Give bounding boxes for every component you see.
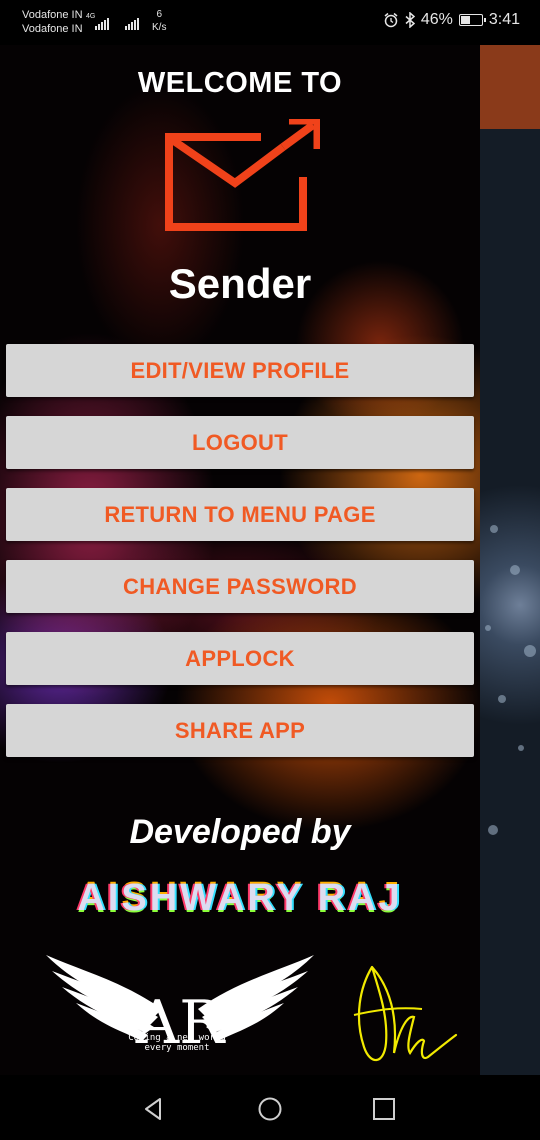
change-password-button[interactable]: CHANGE PASSWORD (6, 560, 474, 613)
carrier-2: Vodafone IN (22, 23, 83, 35)
signature-image (353, 965, 458, 1062)
bluetooth-icon (405, 12, 415, 28)
signal-icon-2 (125, 12, 140, 30)
edit-view-profile-button[interactable]: EDIT/VIEW PROFILE (6, 344, 474, 397)
carrier-labels: Vodafone IN Vodafone IN (22, 8, 83, 36)
alarm-icon (384, 12, 398, 28)
signal-icon (95, 12, 110, 30)
system-nav-bar (0, 1075, 540, 1140)
network-type: 4G (86, 13, 96, 20)
back-icon[interactable] (140, 1095, 168, 1123)
logout-button[interactable]: LOGOUT (6, 416, 474, 469)
background-content (480, 45, 540, 1075)
developed-by-label: Developed by (129, 813, 351, 851)
developer-name: AISHWARY RAJ (77, 877, 403, 919)
navigation-drawer: WELCOME TO Sender EDIT/VIEW PROFILE LOGO… (0, 45, 480, 1075)
battery-percent: 46% (420, 11, 453, 28)
status-right: 46% 3:41 (383, 11, 520, 29)
wings-logo-text: Coding a new world every moment (128, 1033, 226, 1053)
app-name: Sender (168, 260, 312, 307)
clock: 3:41 (488, 11, 520, 28)
background-header (480, 45, 540, 129)
status-bar: Vodafone IN Vodafone IN 4G 6 K/s 46% 3:4… (0, 0, 540, 45)
wings-logo-icon: AR (46, 955, 314, 1058)
welcome-heading: WELCOME TO (137, 67, 343, 99)
return-to-menu-button[interactable]: RETURN TO MENU PAGE (6, 488, 474, 541)
network-speed: 6 K/s (152, 9, 167, 33)
applock-button[interactable]: APPLOCK (6, 632, 474, 685)
carrier-1: Vodafone IN (22, 9, 83, 21)
home-icon[interactable] (256, 1095, 284, 1123)
share-app-button[interactable]: SHARE APP (6, 704, 474, 757)
recents-icon[interactable] (370, 1095, 398, 1123)
battery-icon (458, 14, 486, 26)
sender-logo-icon (165, 119, 320, 231)
